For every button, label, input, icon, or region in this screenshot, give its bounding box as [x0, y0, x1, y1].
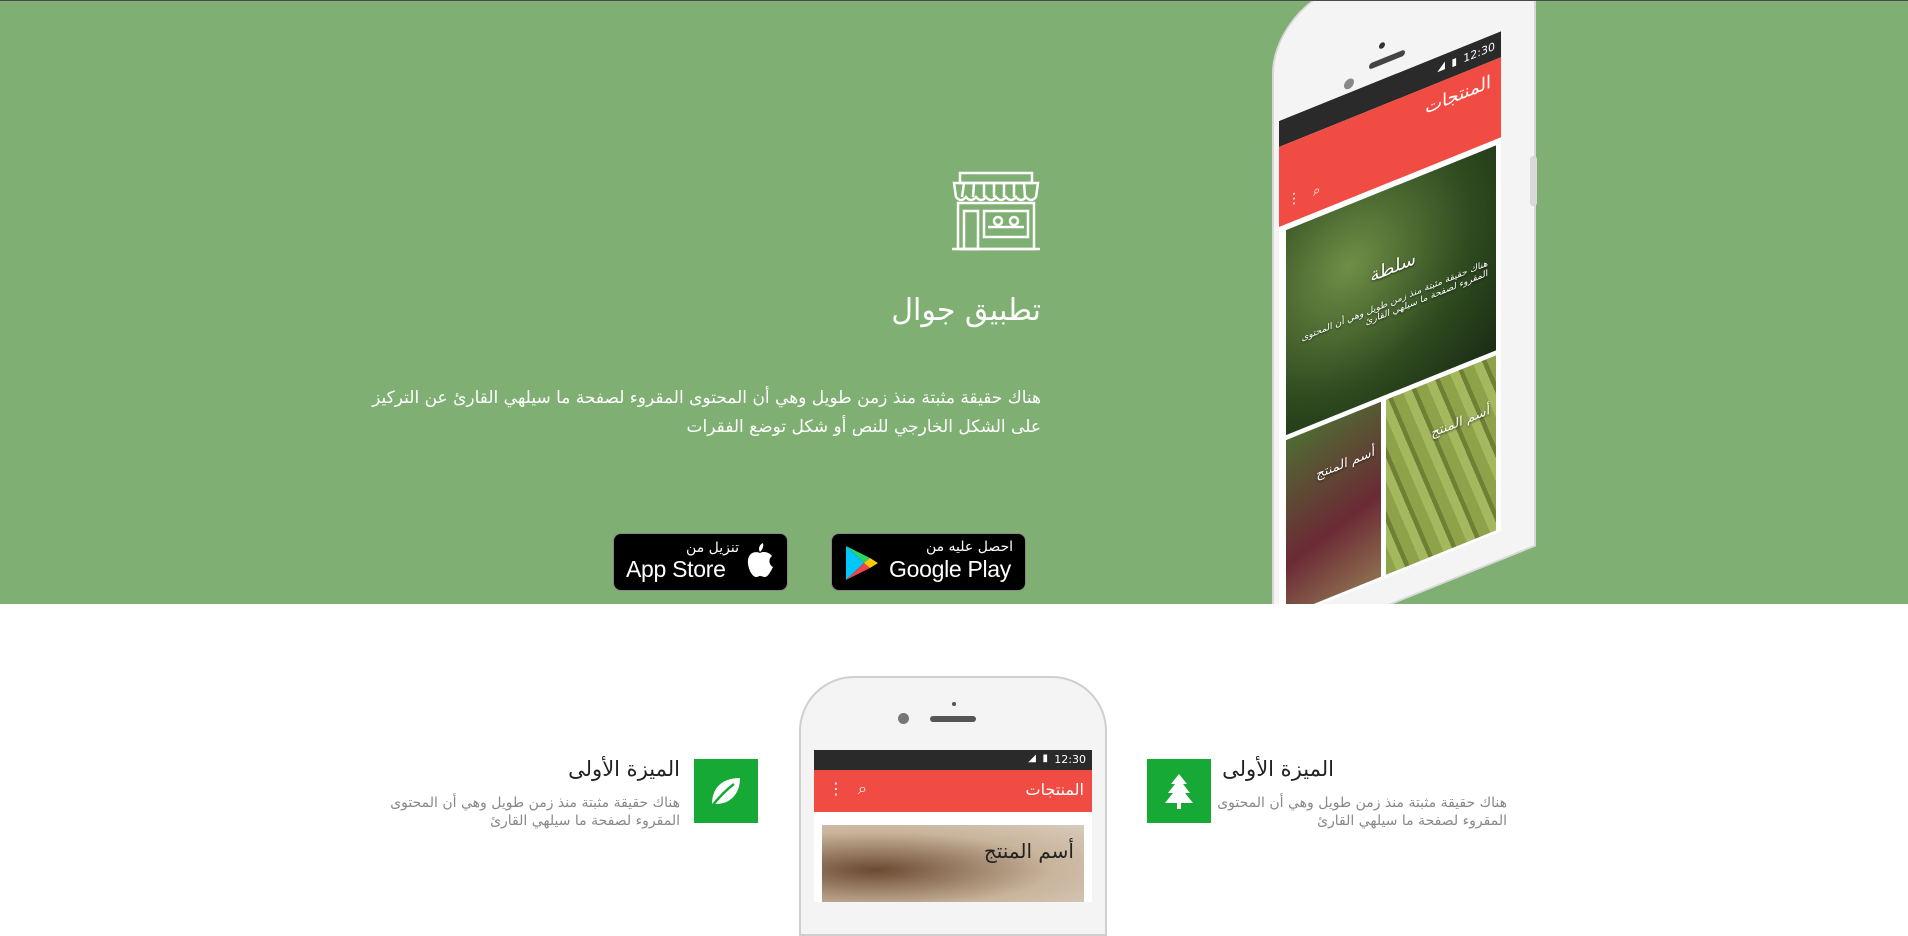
google-play-small-text: احصل عليه من: [925, 539, 1013, 555]
leaf-icon: [711, 778, 740, 807]
product-card[interactable]: أسم المنتج: [1286, 401, 1381, 604]
product-card[interactable]: أسم المنتج: [822, 825, 1084, 902]
hero-section: تطبيق جوال هناك حقيقة مثبتة منذ زمن طويل…: [0, 0, 1908, 604]
google-play-big-text: Google Play: [889, 556, 1011, 582]
feature-title: الميزة الأولى: [1222, 757, 1334, 781]
app-toolbar: المنتجات ⌕ ⋮: [814, 770, 1092, 812]
google-play-button[interactable]: احصل عليه من Google Play: [831, 533, 1026, 591]
google-play-icon: [846, 546, 878, 580]
app-store-button[interactable]: تنزيل من App Store: [613, 533, 788, 591]
phone-camera: [898, 713, 909, 724]
feature-description: هناك حقيقة مثبتة منذ زمن طويل وهي أن الم…: [390, 795, 680, 829]
phone-large-screen: 12:30 ▮ ◢ المنتجات ⌕ ⋮ سلطة هناك حقيقة م…: [1279, 31, 1501, 604]
status-time: 12:30: [1054, 753, 1086, 766]
more-vert-icon[interactable]: ⋮: [828, 779, 844, 798]
apple-icon: [747, 543, 773, 577]
toolbar-title: المنتجات: [1025, 780, 1085, 799]
feature-icon-box: [1147, 759, 1211, 823]
phone-small-screen: 12:30 ▮ ◢ المنتجات ⌕ ⋮ أسم المنتج: [814, 750, 1092, 902]
app-store-small-text: تنزيل من: [686, 540, 739, 556]
product-name: أسم المنتج: [983, 839, 1074, 863]
feature-icon-box: [694, 759, 758, 823]
product-name: أسم المنتج: [1431, 402, 1490, 442]
product-title: سلطة: [1370, 247, 1416, 288]
feature-description: هناك حقيقة مثبتة منذ زمن طويل وهي أن الم…: [1217, 795, 1507, 829]
tree-icon: [1165, 774, 1193, 809]
product-name: أسم المنتج: [1316, 444, 1375, 483]
battery-icon: ▮: [1451, 56, 1457, 70]
app-store-big-text: App Store: [626, 556, 726, 582]
search-icon[interactable]: ⌕: [1313, 182, 1320, 200]
status-bar: 12:30 ▮ ◢: [814, 750, 1092, 770]
battery-icon: ▮: [1042, 753, 1048, 764]
phone-side-button: [1530, 156, 1537, 206]
phone-speaker: [930, 716, 976, 722]
signal-icon: ◢: [1028, 753, 1036, 764]
phone-sensor: [952, 702, 956, 706]
hero-description: هناك حقيقة مثبتة منذ زمن طويل وهي أن الم…: [372, 388, 1041, 437]
signal-icon: ◢: [1437, 59, 1445, 75]
hero-title: تطبيق جوال: [891, 293, 1041, 328]
store-icon: [952, 171, 1040, 251]
search-icon[interactable]: ⌕: [858, 779, 867, 799]
feature-title: الميزة الأولى: [568, 757, 680, 781]
more-vert-icon[interactable]: ⋮: [1287, 188, 1301, 210]
